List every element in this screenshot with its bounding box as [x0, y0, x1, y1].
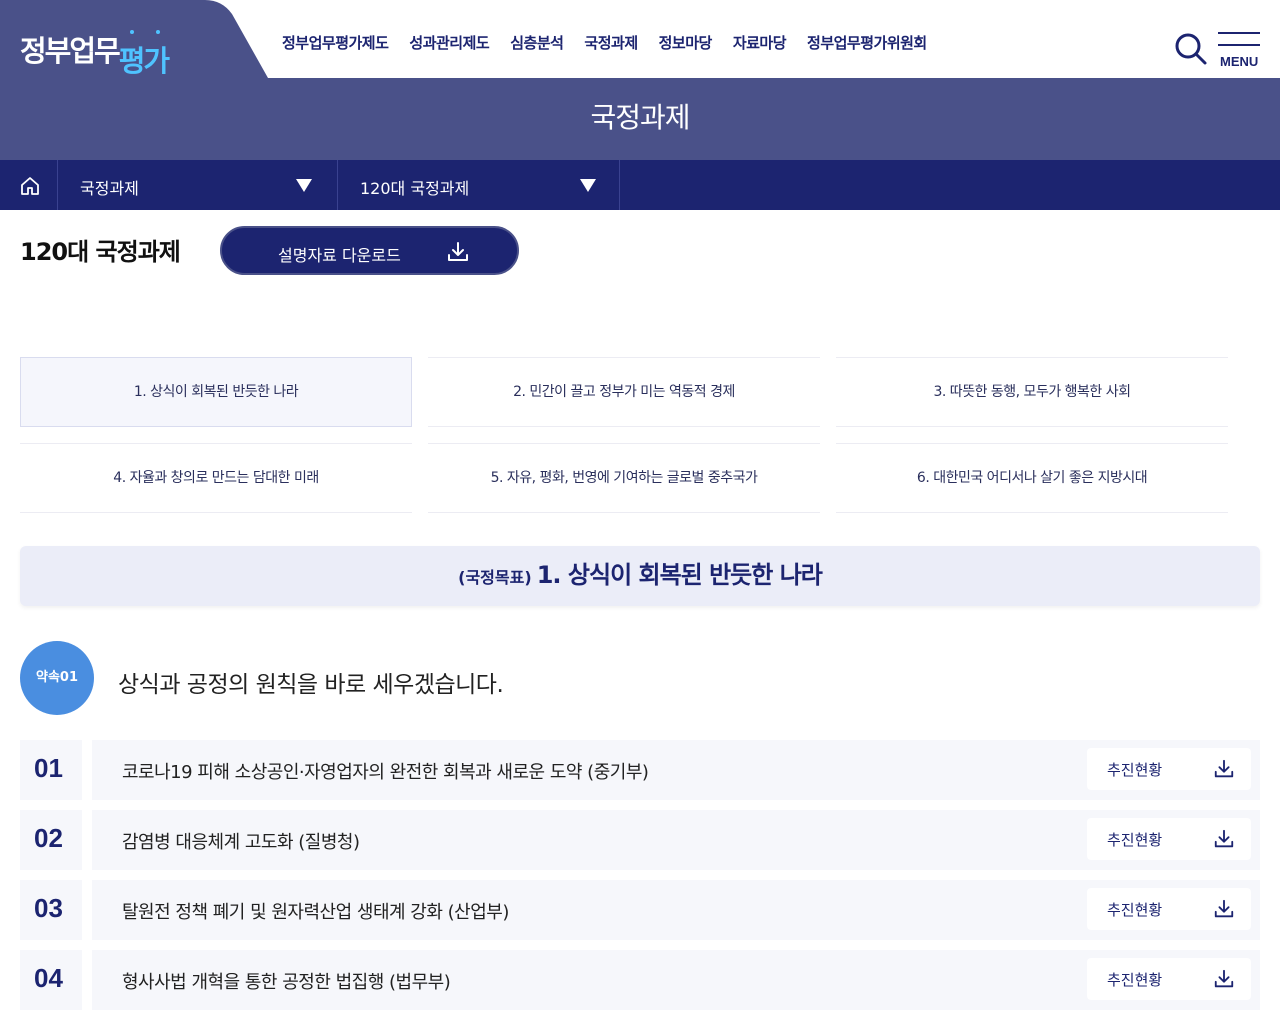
promise-badge: 약속01	[20, 641, 94, 715]
task-status-label: 추진현황	[1107, 831, 1163, 849]
sub-navigation: 국정과제 120대 국정과제	[0, 160, 1280, 210]
task-title: 코로나19 피해 소상공인·자영업자의 완전한 회복과 새로운 도약 (중기부)	[122, 762, 649, 783]
goal-tab-2[interactable]: 2. 민간이 끌고 정부가 미는 역동적 경제	[428, 357, 820, 427]
goal-tab-3[interactable]: 3. 따뜻한 동행, 모두가 행복한 사회	[836, 357, 1228, 427]
download-icon	[448, 242, 468, 261]
menu-button[interactable]: MENU	[1216, 32, 1262, 72]
task-status-download-button[interactable]: 추진현황	[1087, 818, 1251, 860]
page-title: 국정과제	[590, 101, 690, 134]
promise-text: 상식과 공정의 원칙을 바로 세우겠습니다.	[118, 672, 504, 698]
task-number: 03	[34, 893, 63, 923]
nav-item-resources[interactable]: 자료마당	[733, 32, 787, 53]
task-number: 02	[34, 823, 63, 853]
goal-banner-title: 1. 상식이 회복된 반듯한 나라	[536, 561, 823, 589]
menu-label: MENU	[1220, 54, 1259, 69]
section-title: 120대 국정과제	[20, 238, 181, 266]
download-icon	[1214, 969, 1234, 988]
task-status-download-button[interactable]: 추진현황	[1087, 958, 1251, 1000]
task-number: 04	[34, 963, 63, 993]
goal-tab-5[interactable]: 5. 자유, 평화, 번영에 기여하는 글로벌 중추국가	[428, 443, 820, 513]
search-icon[interactable]	[1174, 32, 1208, 66]
nav-item-information[interactable]: 정보마당	[659, 32, 713, 53]
goal-banner-prefix: (국정목표)	[458, 568, 532, 587]
task-title: 형사사법 개혁을 통한 공정한 법집행 (법무부)	[122, 972, 451, 993]
task-number: 01	[34, 753, 63, 783]
goal-tab-1[interactable]: 1. 상식이 회복된 반듯한 나라	[20, 357, 412, 427]
download-icon	[1214, 899, 1234, 918]
task-row: 04 형사사법 개혁을 통한 공정한 법집행 (법무부) 추진현황	[20, 950, 1260, 1010]
nav-item-national-tasks[interactable]: 국정과제	[584, 32, 638, 53]
logo-dots	[130, 30, 164, 36]
task-row: 03 탈원전 정책 폐기 및 원자력산업 생태계 강화 (산업부) 추진현황	[20, 880, 1260, 940]
download-icon	[1214, 829, 1234, 848]
goal-tab-6[interactable]: 6. 대한민국 어디서나 살기 좋은 지방시대	[836, 443, 1228, 513]
download-materials-button[interactable]: 설명자료 다운로드	[220, 226, 519, 275]
task-row: 02 감염병 대응체계 고도화 (질병청) 추진현황	[20, 810, 1260, 870]
triangle-down-icon	[296, 179, 312, 192]
logo-part1: 정부업무	[20, 34, 121, 68]
triangle-down-icon	[580, 179, 596, 192]
dropdown-subcategory-label: 120대 국정과제	[360, 179, 470, 198]
dropdown-category[interactable]: 국정과제	[58, 160, 338, 210]
download-materials-label: 설명자료 다운로드	[278, 246, 401, 265]
task-status-download-button[interactable]: 추진현황	[1087, 748, 1251, 790]
nav-item-in-depth-analysis[interactable]: 심층분석	[510, 32, 564, 53]
main-nav: 정부업무평가제도 성과관리제도 심층분석 국정과제 정보마당 자료마당 정부업무…	[282, 32, 948, 53]
task-row: 01 코로나19 피해 소상공인·자영업자의 완전한 회복과 새로운 도약 (중…	[20, 740, 1260, 800]
logo-part2: 평가	[118, 44, 170, 78]
task-status-label: 추진현황	[1107, 971, 1163, 989]
home-button[interactable]	[0, 160, 58, 210]
home-icon	[21, 177, 39, 195]
task-title: 감염병 대응체계 고도화 (질병청)	[122, 832, 360, 853]
download-icon	[1214, 759, 1234, 778]
dropdown-category-label: 국정과제	[80, 179, 139, 198]
task-title: 탈원전 정책 폐기 및 원자력산업 생태계 강화 (산업부)	[122, 902, 509, 923]
nav-item-performance-management[interactable]: 성과관리제도	[409, 32, 489, 53]
nav-item-committee[interactable]: 정부업무평가위원회	[807, 32, 927, 53]
task-status-label: 추진현황	[1107, 901, 1163, 919]
dropdown-subcategory[interactable]: 120대 국정과제	[338, 160, 620, 210]
goal-tab-4[interactable]: 4. 자율과 창의로 만드는 담대한 미래	[20, 443, 412, 513]
site-header: 정부업무평가 정부업무평가제도 성과관리제도 심층분석 국정과제 정보마당 자료…	[0, 0, 1280, 78]
goal-banner: (국정목표) 1. 상식이 회복된 반듯한 나라	[20, 546, 1260, 606]
task-status-label: 추진현황	[1107, 761, 1163, 779]
task-status-download-button[interactable]: 추진현황	[1087, 888, 1251, 930]
nav-item-evaluation-system[interactable]: 정부업무평가제도	[282, 32, 389, 53]
